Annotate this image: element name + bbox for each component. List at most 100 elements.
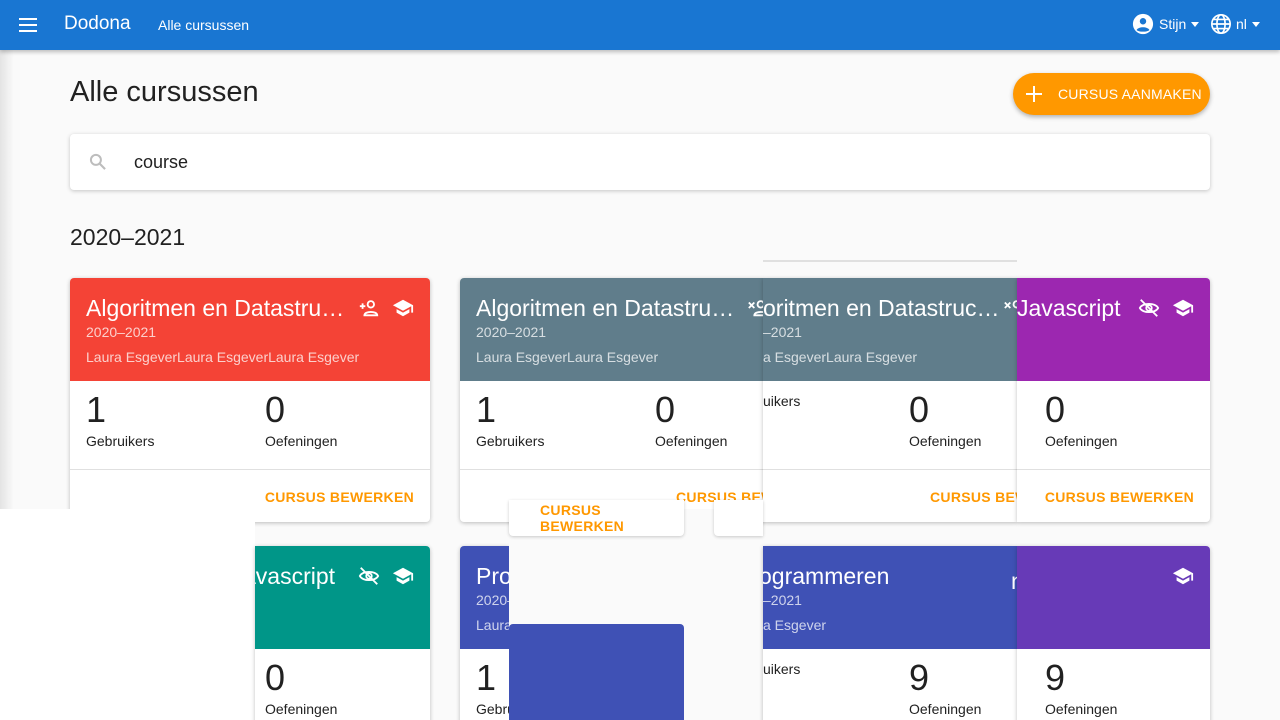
- course-year: 2020–: [476, 592, 509, 608]
- search-input[interactable]: [134, 148, 1184, 176]
- course-card[interactable]: Algoritmen en Datastructuren 2020–2021 L…: [460, 278, 763, 522]
- person-remove-icon: [748, 300, 763, 317]
- exercises-label: Oefeningen: [909, 701, 982, 717]
- exercises-label: Oefeningen: [909, 433, 982, 449]
- users-label: uikers: [763, 393, 801, 409]
- course-card-header: avascript: [255, 546, 430, 649]
- course-card[interactable]: Pro 2020– Laura 1 Gebru: [460, 546, 509, 720]
- new-course-label: CURSUS AANMAKEN: [1058, 86, 1202, 102]
- app-bar: Dodona Alle cursussen Stijn nl: [0, 0, 1280, 50]
- exercises-label: Oefeningen: [265, 701, 338, 717]
- users-count: 1: [476, 657, 497, 698]
- exercises-count: 0: [1045, 389, 1066, 430]
- exercises-count: 0: [265, 657, 286, 698]
- edit-course-button[interactable]: CURSUS BEWERKEN: [265, 489, 414, 505]
- school-icon: [392, 567, 414, 585]
- divider: [1017, 469, 1210, 470]
- exercises-stat: 0 Oefeningen: [655, 389, 728, 450]
- person-add-icon: [359, 300, 379, 317]
- exercises-count: 0: [265, 389, 286, 430]
- school-icon: [1172, 567, 1194, 585]
- account-circle-icon: [1132, 13, 1154, 35]
- course-card-header: Algoritmen en Datastructuren 2020–2021 L…: [70, 278, 430, 381]
- exercises-label: Oefeningen: [1045, 433, 1118, 449]
- caret-down-icon: [1191, 21, 1200, 27]
- exercises-label: Oefeningen: [1045, 701, 1118, 717]
- course-card-header: Algoritmen en Datastructuren 2020–2021 L…: [460, 278, 763, 381]
- users-stat: 1 Gebru: [476, 657, 509, 718]
- course-title[interactable]: Javascript: [1017, 295, 1121, 322]
- course-title[interactable]: oritmen en Datastruc…: [763, 295, 1003, 322]
- globe-icon: [1211, 14, 1231, 34]
- divider: [763, 469, 1017, 470]
- search-icon: [89, 153, 106, 170]
- course-card[interactable]: oritmen en Datastruc… –2021 a EsgeverLau…: [763, 278, 1017, 522]
- language-menu[interactable]: nl: [1210, 13, 1260, 35]
- users-stat: 1 Gebruikers: [86, 389, 155, 450]
- page-title: Alle cursussen: [70, 76, 259, 108]
- course-teachers: Laura EsgeverLaura EsgeverLaura Esgever: [86, 349, 360, 365]
- divider: [460, 469, 763, 470]
- exercises-count: 0: [655, 389, 676, 430]
- year-heading: 2020–2021: [70, 224, 186, 250]
- brand-logo[interactable]: Dodona: [64, 13, 131, 35]
- course-card[interactable]: 9 Oefeningen: [1017, 546, 1210, 720]
- course-card-header: Pro 2020– Laura: [460, 546, 509, 649]
- users-label: Gebru: [476, 701, 509, 717]
- users-stat: uikers: [763, 658, 800, 677]
- users-label: Gebruikers: [476, 433, 545, 449]
- edit-course-button[interactable]: CURSUS BEWI: [930, 489, 1017, 505]
- exercises-label: Oefeningen: [655, 433, 728, 449]
- divider: [70, 469, 430, 470]
- user-menu[interactable]: Stijn: [1132, 13, 1200, 35]
- course-teachers: Laura EsgeverLaura Esgever: [476, 349, 659, 365]
- plus-icon: [1026, 86, 1042, 102]
- course-year: –2021: [763, 592, 802, 608]
- users-label: Gebruikers: [86, 433, 155, 449]
- person-remove-icon: [1004, 300, 1017, 309]
- breadcrumb[interactable]: Alle cursussen: [158, 17, 249, 33]
- course-card[interactable]: Algoritmen en Datastructuren 2020–2021 L…: [70, 278, 430, 522]
- course-teachers: a Esgever: [763, 617, 827, 633]
- users-count: 1: [476, 389, 497, 430]
- course-card-header: [1017, 546, 1210, 649]
- edit-course-button[interactable]: CURSUS BEWERKEN: [540, 502, 684, 534]
- exercises-label: Oefeningen: [265, 433, 338, 449]
- users-stat: 1 Gebruikers: [476, 389, 545, 450]
- new-course-button[interactable]: CURSUS AANMAKEN: [1013, 73, 1210, 115]
- visibility-off-icon: [358, 567, 380, 585]
- users-count: 1: [86, 389, 107, 430]
- search-bar: [70, 134, 1210, 190]
- exercises-stat: 9 Oefeningen: [1045, 658, 1118, 718]
- exercises-count: 9: [909, 657, 930, 698]
- exercises-stat: 0 Oefeningen: [265, 389, 338, 450]
- course-year: –2021: [763, 324, 802, 340]
- exercises-stat: 0 Oefeningen: [909, 389, 982, 450]
- course-card-fragment: [714, 500, 763, 536]
- glitch-area: [0, 509, 255, 720]
- glitch-line: [763, 260, 1017, 262]
- menu-icon[interactable]: [16, 13, 40, 37]
- course-card[interactable]: ogrammeren –2021 a Esgever uikers 9 Oefe…: [763, 546, 1017, 720]
- course-card-header: Javascript: [1017, 278, 1210, 381]
- edit-course-button[interactable]: CURSUS BEWERKEN: [1045, 489, 1194, 505]
- course-title[interactable]: Algoritmen en Datastructuren: [86, 295, 352, 322]
- course-card-fragment: [509, 624, 684, 720]
- course-card-header: oritmen en Datastruc… –2021 a EsgeverLau…: [763, 278, 1017, 381]
- exercises-count: 0: [909, 389, 930, 430]
- course-title[interactable]: avascript: [255, 563, 335, 590]
- course-year: 2020–2021: [86, 324, 157, 340]
- visibility-off-icon: [1138, 299, 1160, 317]
- course-card[interactable]: avascript 0 Oefeningen: [255, 546, 430, 720]
- drawer-shadow: [0, 50, 14, 510]
- course-title[interactable]: Pro: [476, 563, 509, 590]
- course-teachers: Laura: [476, 617, 509, 633]
- exercises-stat: 9 Oefeningen: [909, 657, 982, 718]
- course-title[interactable]: Algoritmen en Datastructuren: [476, 295, 742, 322]
- exercises-stat: 0 Oefeningen: [265, 657, 338, 718]
- course-year: 2020–2021: [476, 324, 547, 340]
- course-title[interactable]: ogrammeren: [763, 563, 889, 590]
- course-card[interactable]: Javascript 0 Oefeningen CURSUS BEWERKEN: [1017, 278, 1210, 522]
- caret-down-icon: [1251, 21, 1260, 27]
- language-label: nl: [1236, 16, 1247, 32]
